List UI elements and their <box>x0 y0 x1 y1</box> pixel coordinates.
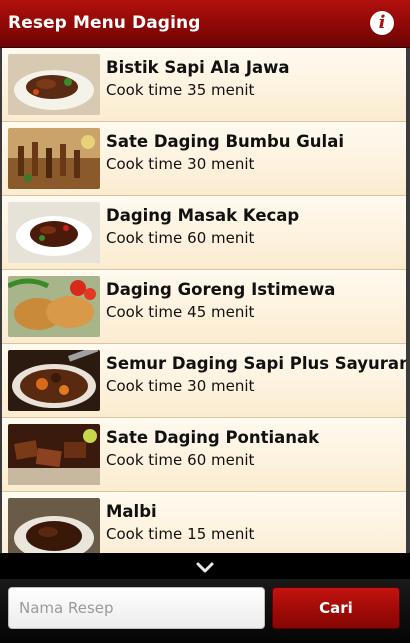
recipe-thumbnail <box>8 202 100 263</box>
cook-time-label: Cook time <box>106 377 183 395</box>
cook-time-label: Cook time <box>106 155 183 173</box>
cook-time-value: 15 menit <box>187 525 255 543</box>
recipe-name: Semur Daging Sapi Plus Sayuran <box>106 354 410 373</box>
chevron-down-icon[interactable] <box>196 559 214 578</box>
recipe-cook-time: Cook time 15 menit <box>106 525 254 543</box>
recipe-list-item[interactable]: Daging Masak Kecap Cook time 60 menit <box>2 196 406 270</box>
recipe-cook-time: Cook time 30 menit <box>106 155 254 173</box>
cook-time-label: Cook time <box>106 451 183 469</box>
recipe-name: Daging Goreng Istimewa <box>106 280 336 299</box>
recipe-list-item[interactable]: Bistik Sapi Ala Jawa Cook time 35 menit <box>2 48 406 122</box>
recipe-cook-time: Cook time 35 menit <box>106 81 254 99</box>
recipe-list[interactable]: Bistik Sapi Ala Jawa Cook time 35 menit S… <box>0 48 410 553</box>
cook-time-value: 45 menit <box>187 303 255 321</box>
cook-time-label: Cook time <box>106 81 183 99</box>
cook-time-value: 60 menit <box>187 229 255 247</box>
recipe-name: Daging Masak Kecap <box>106 206 300 225</box>
recipe-list-item[interactable]: Semur Daging Sapi Plus Sayuran Cook time… <box>2 344 406 418</box>
recipe-thumbnail <box>8 54 100 115</box>
cook-time-label: Cook time <box>106 303 183 321</box>
recipe-thumbnail <box>8 424 100 485</box>
cook-time-value: 35 menit <box>187 81 255 99</box>
recipe-name: Sate Daging Bumbu Gulai <box>106 132 344 151</box>
recipe-cook-time: Cook time 60 menit <box>106 451 254 469</box>
cook-time-value: 30 menit <box>187 377 255 395</box>
app-title: Resep Menu Daging <box>8 13 201 33</box>
recipe-thumbnail <box>8 128 100 189</box>
recipe-thumbnail <box>8 276 100 337</box>
recipe-search-input[interactable] <box>8 587 265 629</box>
recipe-cook-time: Cook time 30 menit <box>106 377 254 395</box>
info-icon[interactable]: i <box>370 11 394 35</box>
search-bar: Cari <box>0 579 410 643</box>
scroll-more-indicator[interactable] <box>0 553 410 579</box>
recipe-name: Sate Daging Pontianak <box>106 428 320 447</box>
recipe-list-item[interactable]: Sate Daging Pontianak Cook time 60 menit <box>2 418 406 492</box>
recipe-list-item[interactable]: Daging Goreng Istimewa Cook time 45 menit <box>2 270 406 344</box>
recipe-list-item[interactable]: Malbi Cook time 15 menit <box>2 492 406 553</box>
recipe-name: Bistik Sapi Ala Jawa <box>106 58 290 77</box>
cook-time-label: Cook time <box>106 525 183 543</box>
cook-time-value: 30 menit <box>187 155 255 173</box>
cook-time-label: Cook time <box>106 229 183 247</box>
cook-time-value: 60 menit <box>187 451 255 469</box>
search-button[interactable]: Cari <box>272 587 400 629</box>
recipe-cook-time: Cook time 60 menit <box>106 229 254 247</box>
recipe-thumbnail <box>8 498 100 553</box>
recipe-thumbnail <box>8 350 100 411</box>
recipe-name: Malbi <box>106 502 157 521</box>
recipe-list-item[interactable]: Sate Daging Bumbu Gulai Cook time 30 meni… <box>2 122 406 196</box>
recipe-cook-time: Cook time 45 menit <box>106 303 254 321</box>
title-bar: Resep Menu Daging i <box>0 0 410 48</box>
